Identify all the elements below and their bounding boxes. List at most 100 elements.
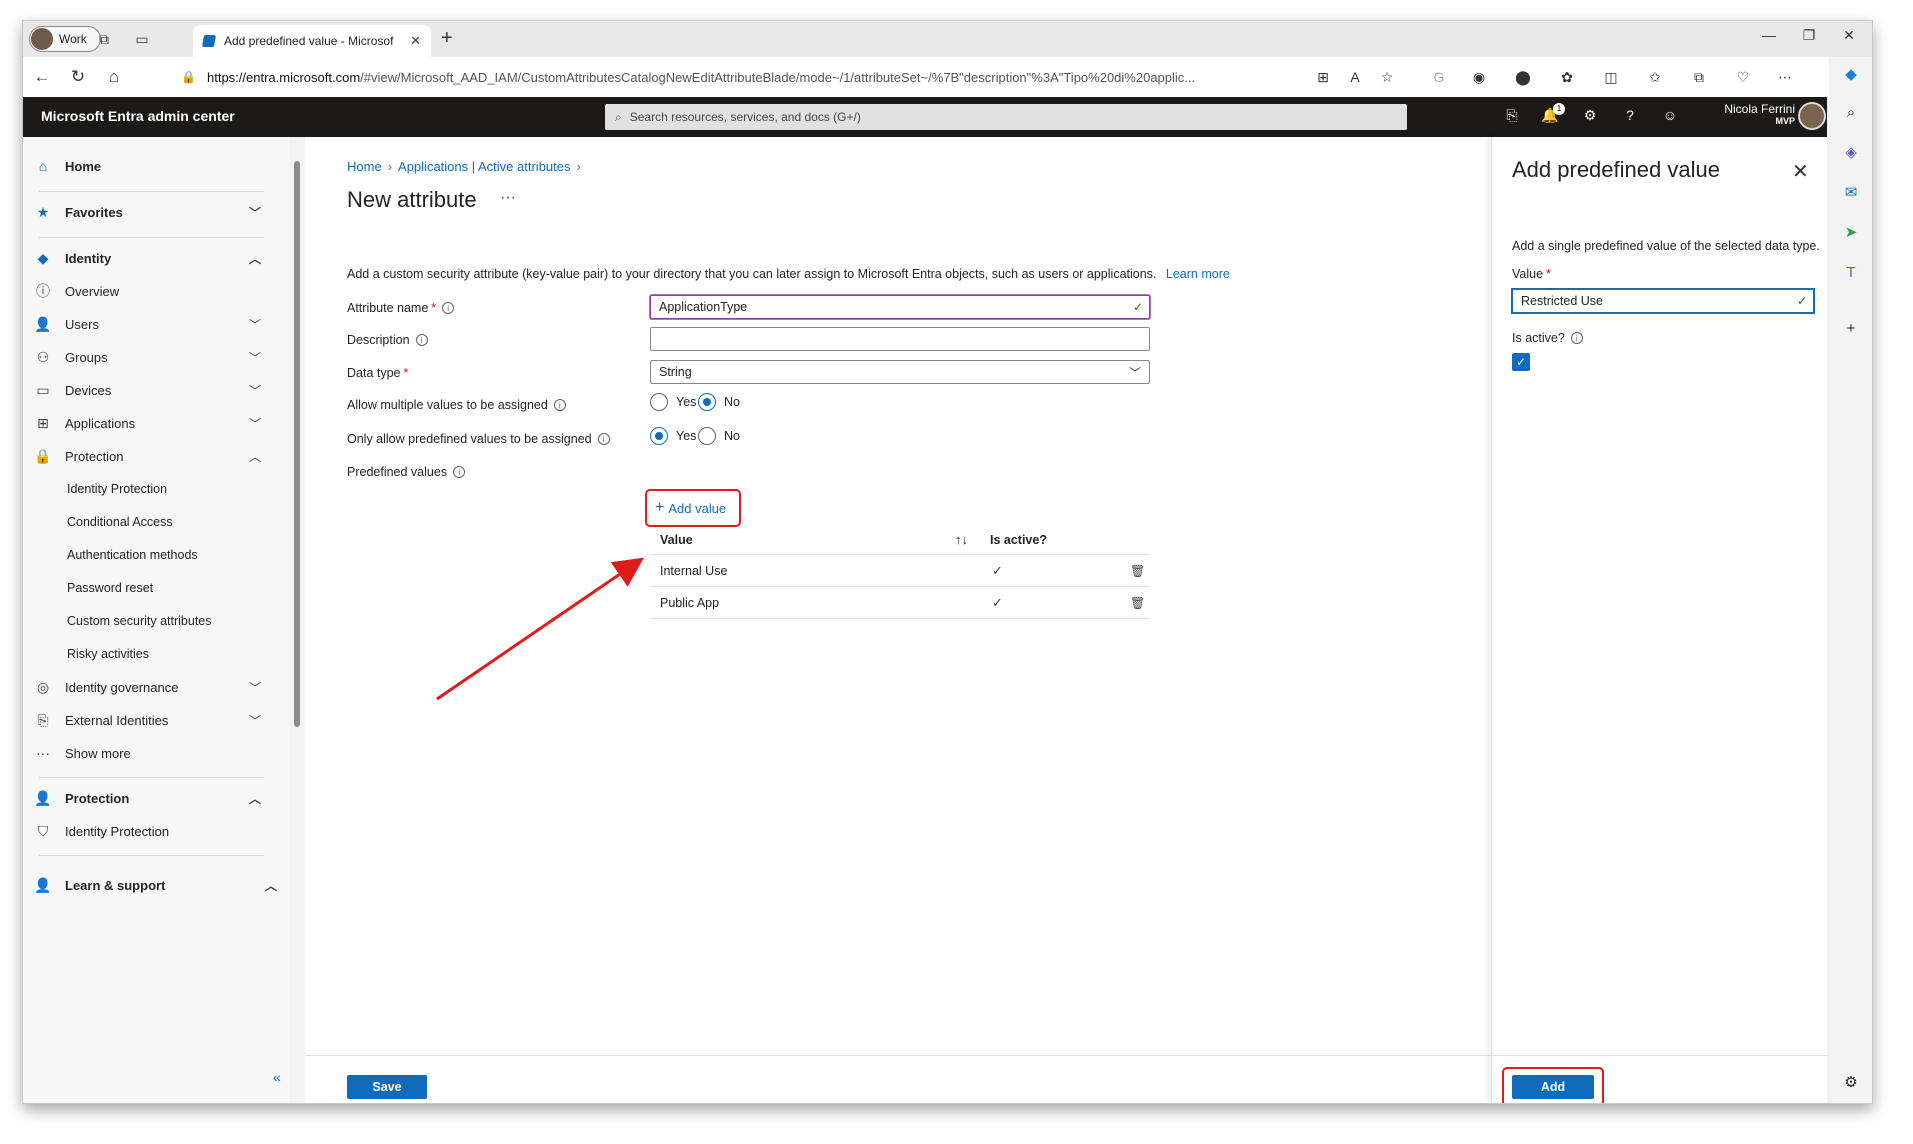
search-input[interactable]: ⌕ Search resources, services, and docs (… (605, 104, 1407, 130)
sidebar-item-show-more[interactable]: ··· Show more (23, 738, 273, 768)
sidebar-item-identity-protection-2[interactable]: ⛉ Identity Protection (23, 816, 273, 846)
workspaces-icon[interactable]: ⧉ (93, 28, 115, 50)
teams-icon[interactable]: T (1841, 263, 1861, 283)
address-bar[interactable]: 🔒 https://entra.microsoft.com /#view/Mic… (181, 63, 1301, 91)
sidebar-item-password-reset[interactable]: Password reset (23, 573, 273, 603)
split-screen-icon[interactable]: ◫ (1601, 67, 1621, 87)
new-tab-icon[interactable]: + (441, 27, 453, 50)
avatar[interactable] (1798, 102, 1826, 130)
m365-icon[interactable]: ◈ (1841, 143, 1861, 163)
only-predefined-yes-radio[interactable]: Yes (650, 427, 696, 445)
breadcrumb-applications[interactable]: Applications | Active attributes (398, 159, 570, 174)
browser-tab[interactable]: Add predefined value - Microsof ✕ (193, 25, 431, 57)
allow-multiple-yes-radio[interactable]: Yes (650, 393, 696, 411)
breadcrumb-home[interactable]: Home (347, 159, 382, 174)
google-icon[interactable]: G (1429, 67, 1449, 87)
send-icon[interactable]: ➤ (1841, 223, 1861, 243)
footer-divider (1492, 1055, 1828, 1056)
sidebar-item-groups[interactable]: ⚇ Groups ﹀ (23, 342, 273, 372)
outlook-icon[interactable]: ✉ (1841, 183, 1861, 203)
column-header-active[interactable]: Is active? (990, 533, 1047, 547)
browser-essentials-icon[interactable]: ♡ (1733, 67, 1753, 87)
data-type-select[interactable]: String ﹀ (650, 360, 1150, 384)
info-icon[interactable]: i (553, 399, 566, 411)
sidebar-item-label: Protection (65, 448, 124, 464)
refresh-icon[interactable]: ↻ (65, 65, 91, 89)
sidebar-settings-icon[interactable]: ⚙ (1841, 1073, 1861, 1093)
user-account[interactable]: Nicola Ferrini MVP (1703, 102, 1795, 126)
sidebar-item-conditional-access[interactable]: Conditional Access (23, 507, 273, 537)
sidebar-item-identity-governance[interactable]: ◎ Identity governance ﹀ (23, 672, 273, 702)
portal-brand[interactable]: Microsoft Entra admin center (41, 108, 235, 124)
sidebar-item-applications[interactable]: ⊞ Applications ﹀ (23, 408, 273, 438)
table-row[interactable]: Public App ✓ 🗑 (650, 587, 1150, 619)
intro-description: Add a custom security attribute (key-val… (347, 267, 1157, 281)
sidebar-add-icon[interactable]: + (1841, 319, 1861, 339)
sidebar-item-custom-security-attributes[interactable]: Custom security attributes (23, 606, 273, 636)
more-options-icon[interactable]: ··· (500, 189, 516, 207)
column-header-value[interactable]: Value (660, 533, 693, 547)
description-field[interactable] (650, 327, 1150, 351)
back-icon[interactable]: ← (29, 65, 55, 89)
minimize-icon[interactable]: — (1749, 27, 1789, 43)
app-available-icon[interactable]: ⊞ (1313, 67, 1333, 87)
tab-close-icon[interactable]: ✕ (410, 33, 421, 49)
sidebar-item-overview[interactable]: ⓘ Overview (23, 276, 273, 306)
read-aloud-icon[interactable]: A (1345, 67, 1365, 87)
is-active-checkbox[interactable]: ✓ (1512, 353, 1530, 371)
sort-icon[interactable]: ↑↓ (955, 532, 968, 547)
collapse-nav-icon[interactable]: « (273, 1069, 281, 1085)
sidebar-item-risky-activities[interactable]: Risky activities (23, 639, 273, 669)
nav-scrollbar-thumb[interactable] (294, 161, 300, 727)
copilot-feedback-icon[interactable]: ⎘ (1501, 107, 1523, 127)
home-icon[interactable]: ⌂ (101, 65, 127, 89)
sidebar-item-identity-protection[interactable]: Identity Protection (23, 474, 273, 504)
info-icon[interactable]: i (415, 334, 428, 346)
add-button[interactable]: Add (1512, 1075, 1594, 1099)
value-input[interactable]: Restricted Use ✓ (1512, 289, 1814, 313)
allow-multiple-no-radio[interactable]: No (698, 393, 740, 411)
learn-more-link[interactable]: Learn more (1166, 267, 1230, 281)
info-icon[interactable]: i (453, 466, 466, 478)
close-window-icon[interactable]: ✕ (1829, 27, 1869, 44)
radio-circle (650, 393, 668, 411)
collections-icon[interactable]: ⧉ (1689, 67, 1709, 87)
help-icon[interactable]: ? (1619, 107, 1641, 127)
favorites-icon[interactable]: ✩ (1645, 67, 1665, 87)
save-button[interactable]: Save (347, 1075, 427, 1099)
only-predefined-no-radio[interactable]: No (698, 427, 740, 445)
sidebar-item-label: Identity Protection (65, 823, 170, 839)
tab-actions-icon[interactable]: ▭ (131, 28, 153, 50)
sidebar-item-learn-support[interactable]: 👤 Learn & support ︿ (23, 870, 289, 900)
field-label: Predefined values (347, 465, 448, 479)
sidebar-item-favorites[interactable]: ★ Favorites ﹀ (23, 197, 273, 227)
restore-icon[interactable]: ❐ (1789, 27, 1829, 44)
close-icon[interactable]: ✕ (1792, 159, 1809, 184)
delete-icon[interactable]: 🗑 (1130, 564, 1145, 578)
extension-1-icon[interactable]: ◉ (1469, 67, 1489, 87)
sidebar-item-protection-section[interactable]: 👤 Protection ︿ (23, 783, 273, 813)
sidebar-item-devices[interactable]: ▭ Devices ﹀ (23, 375, 273, 405)
info-icon[interactable]: i (1570, 332, 1583, 344)
profile-button[interactable]: Work (29, 26, 101, 52)
delete-icon[interactable]: 🗑 (1130, 596, 1145, 610)
settings-gear-icon[interactable]: ⚙ (1579, 107, 1601, 127)
sidebar-item-home[interactable]: ⌂ Home (23, 151, 273, 181)
feedback-icon[interactable]: ☺ (1659, 107, 1681, 127)
favorite-star-icon[interactable]: ☆ (1377, 67, 1397, 87)
sidebar-item-authentication-methods[interactable]: Authentication methods (23, 540, 273, 570)
attribute-name-field[interactable]: ApplicationType ✓ (650, 295, 1150, 319)
info-icon[interactable]: i (442, 302, 455, 314)
more-menu-icon[interactable]: ⋯ (1775, 67, 1795, 87)
extension-2-icon[interactable]: ⬤ (1513, 67, 1533, 87)
table-row[interactable]: Internal Use ✓ 🗑 (650, 555, 1150, 587)
sidebar-search-icon[interactable]: ⌕ (1841, 103, 1861, 123)
copilot-icon[interactable]: ◆ (1841, 65, 1861, 85)
sidebar-item-external-identities[interactable]: ⎘ External Identities ﹀ (23, 705, 273, 735)
add-value-button[interactable]: + Add value (655, 499, 726, 517)
sidebar-item-protection[interactable]: 🔒 Protection ︿ (23, 441, 273, 471)
extensions-icon[interactable]: ✿ (1557, 67, 1577, 87)
sidebar-item-users[interactable]: 👤 Users ﹀ (23, 309, 273, 339)
info-icon[interactable]: i (597, 433, 610, 445)
sidebar-item-identity[interactable]: ◆ Identity ︿ (23, 243, 273, 273)
